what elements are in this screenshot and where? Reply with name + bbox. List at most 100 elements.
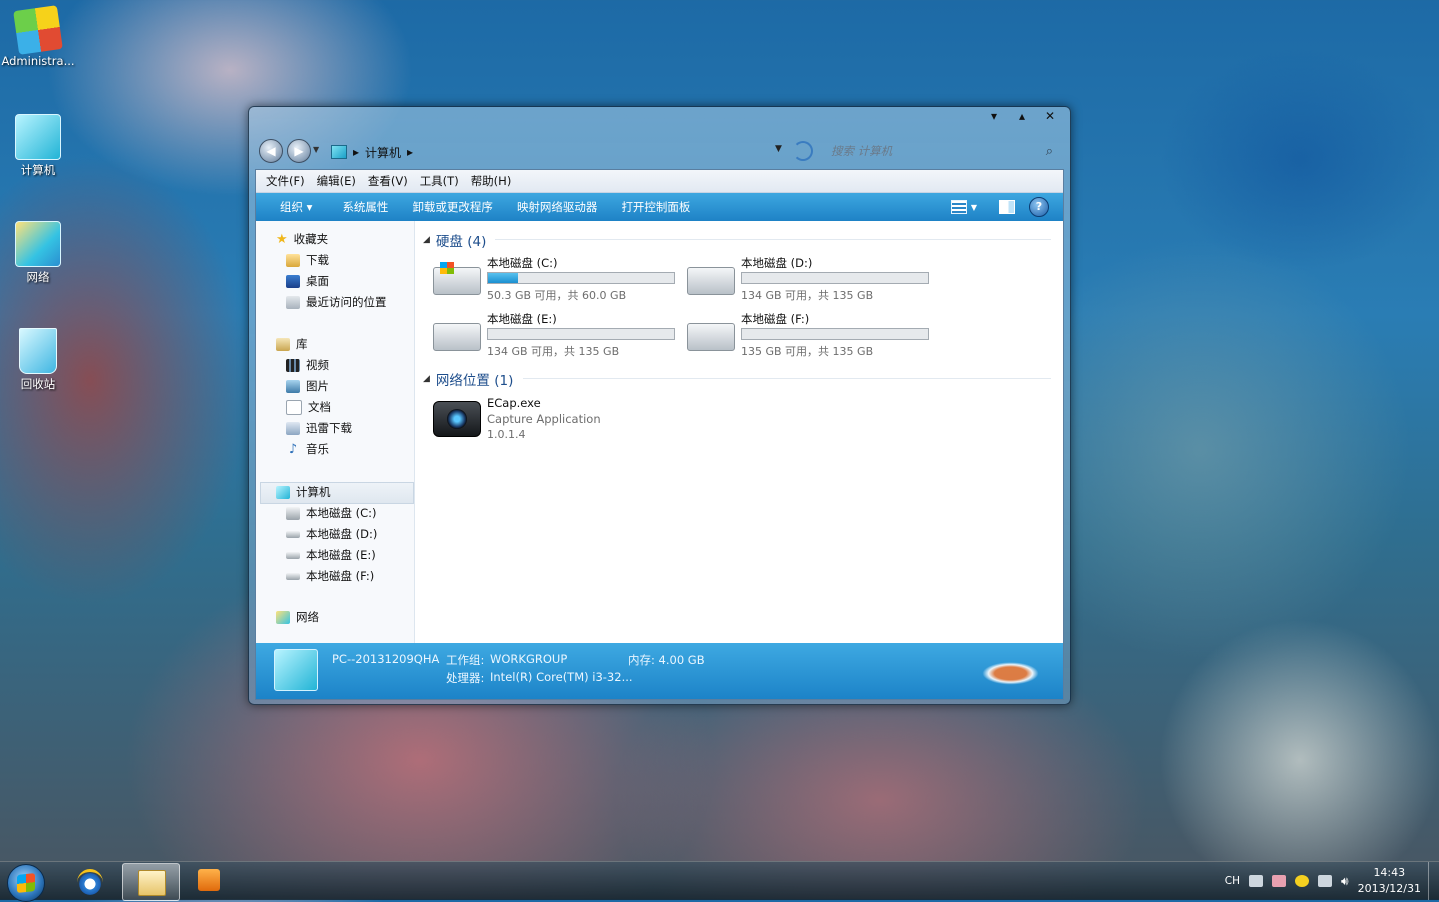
drive-name: 本地磁盘 (C:) [487, 256, 558, 270]
nav-drive-f[interactable]: 本地磁盘 (F:) [286, 566, 374, 586]
menu-tools[interactable]: 工具(T) [414, 173, 465, 189]
volume-icon[interactable]: 🔊︎ [1341, 874, 1349, 889]
desktop-icon-computer[interactable]: 计算机 [0, 114, 76, 178]
history-dropdown-icon[interactable]: ▼ [313, 145, 319, 154]
drive-usage-bar [487, 272, 675, 284]
language-indicator[interactable]: CH [1225, 875, 1240, 887]
nav-drive-c[interactable]: 本地磁盘 (C:) [286, 503, 377, 523]
nav-libraries[interactable]: 库 [276, 334, 308, 354]
nav-label: 文档 [308, 400, 331, 414]
search-input[interactable]: 搜索 计算机 ⌕ [817, 141, 1053, 161]
nav-computer[interactable]: 计算机 [276, 482, 331, 502]
app-version: 1.0.1.4 [487, 428, 526, 441]
nav-label: 本地磁盘 (F:) [306, 569, 375, 583]
start-button[interactable] [7, 864, 45, 902]
open-control-panel-button[interactable]: 打开控制面板 [609, 199, 702, 215]
taskbar-media-player[interactable] [182, 863, 238, 899]
drive-free-space: 135 GB 可用，共 135 GB [741, 345, 874, 358]
menu-edit[interactable]: 编辑(E) [311, 173, 362, 189]
explorer-icon [138, 870, 166, 896]
folder-icon [286, 421, 300, 435]
help-icon[interactable]: ? [1029, 197, 1049, 217]
command-bar: 组织 ▾ 系统属性 卸载或更改程序 映射网络驱动器 打开控制面板 ▼ ? [256, 193, 1063, 221]
breadcrumb-separator[interactable]: ▸ [353, 145, 359, 159]
explorer-window: ▾ ▴ ✕ ◀ ▶ ▼ ▸ 计算机 ▸ ▼ 搜索 计算机 ⌕ 文件(F) 编辑(… [248, 106, 1071, 705]
drive-name: 本地磁盘 (E:) [487, 312, 557, 326]
nav-documents[interactable]: 文档 [286, 397, 331, 417]
clock[interactable]: 14:43 2013/12/31 [1358, 865, 1421, 897]
view-controls: ▼ ? [950, 197, 1049, 217]
nav-network[interactable]: 网络 [276, 607, 319, 627]
breadcrumb-computer[interactable]: 计算机 [365, 144, 401, 161]
group-header-network-locations[interactable]: ◢ 网络位置 (1) [423, 369, 513, 389]
nav-pictures[interactable]: 图片 [286, 376, 329, 396]
taskbar-internet-explorer[interactable] [62, 863, 118, 899]
recycle-bin-icon [19, 328, 57, 374]
desktop-icon-administrator[interactable]: Administra... [0, 5, 76, 68]
keyboard-icon[interactable] [1249, 875, 1264, 887]
nav-drive-d[interactable]: 本地磁盘 (D:) [286, 524, 377, 544]
nav-label: 视频 [306, 358, 329, 372]
desktop-icon-recycle-bin[interactable]: 回收站 [0, 328, 76, 392]
organize-button[interactable]: 组织 ▾ [268, 199, 324, 215]
change-view-icon[interactable] [950, 200, 967, 214]
map-network-drive-button[interactable]: 映射网络驱动器 [505, 199, 610, 215]
drive-usage-fill [488, 273, 518, 283]
drive-free-space: 134 GB 可用，共 135 GB [741, 289, 874, 302]
search-icon[interactable]: ⌕ [1046, 144, 1053, 159]
address-dropdown-icon[interactable]: ▼ [775, 144, 782, 154]
refresh-icon[interactable] [793, 141, 813, 161]
nav-recent-places[interactable]: 最近访问的位置 [286, 292, 387, 312]
nav-label: 图片 [306, 379, 329, 393]
messenger-icon[interactable] [1295, 875, 1310, 887]
nav-downloads[interactable]: 下载 [286, 250, 329, 270]
minimize-button[interactable]: ▾ [988, 109, 1000, 123]
computer-icon [276, 485, 290, 499]
uninstall-program-button[interactable]: 卸载或更改程序 [400, 199, 505, 215]
close-button[interactable]: ✕ [1044, 109, 1056, 123]
system-tray: CH 🔊︎ 14:43 2013/12/31 [1225, 862, 1439, 900]
nav-drive-e[interactable]: 本地磁盘 (E:) [286, 545, 376, 565]
music-icon: ♪ [288, 441, 298, 457]
group-header-hard-disks[interactable]: ◢ 硬盘 (4) [423, 230, 486, 250]
menu-view[interactable]: 查看(V) [362, 173, 414, 189]
taskbar-windows-explorer[interactable] [122, 863, 180, 901]
system-properties-button[interactable]: 系统属性 [330, 199, 400, 215]
nav-thunder-downloads[interactable]: 迅雷下载 [286, 418, 352, 438]
back-button[interactable]: ◀ [259, 139, 283, 163]
drive-c[interactable]: 本地磁盘 (C:) 50.3 GB 可用，共 60.0 GB [433, 255, 683, 303]
menu-help[interactable]: 帮助(H) [465, 173, 518, 189]
drive-icon [433, 323, 481, 351]
maximize-button[interactable]: ▴ [1016, 109, 1028, 123]
forward-button[interactable]: ▶ [287, 139, 311, 163]
breadcrumb-separator[interactable]: ▸ [407, 145, 413, 159]
nav-music[interactable]: ♪ 音乐 [286, 439, 329, 459]
show-desktop-button[interactable] [1428, 862, 1439, 900]
menu-file[interactable]: 文件(F) [260, 173, 311, 189]
collapse-arrow-icon[interactable]: ◢ [423, 374, 430, 384]
media-player-icon [198, 869, 220, 891]
drive-e[interactable]: 本地磁盘 (E:) 134 GB 可用，共 135 GB [433, 311, 683, 359]
desktop-icon-network[interactable]: 网络 [0, 221, 76, 285]
view-dropdown-icon[interactable]: ▼ [971, 203, 977, 212]
collapse-arrow-icon[interactable]: ◢ [423, 235, 430, 245]
workgroup-label: 工作组: [446, 653, 485, 667]
nav-label: 本地磁盘 (C:) [306, 506, 377, 520]
drive-f[interactable]: 本地磁盘 (F:) 135 GB 可用，共 135 GB [687, 311, 937, 359]
drive-d[interactable]: 本地磁盘 (D:) 134 GB 可用，共 135 GB [687, 255, 937, 303]
address-bar[interactable]: ▸ 计算机 ▸ [331, 142, 771, 162]
ecap-application-item[interactable]: ECap.exe Capture Application 1.0.1.4 [433, 393, 693, 445]
navigation-bar: ◀ ▶ ▼ ▸ 计算机 ▸ ▼ 搜索 计算机 ⌕ [257, 139, 1062, 165]
windows-logo-icon [440, 262, 454, 274]
drive-icon [286, 572, 300, 580]
people-icon[interactable] [1272, 875, 1287, 887]
preview-pane-icon[interactable] [999, 200, 1015, 214]
workgroup-value: WORKGROUP [490, 652, 568, 666]
nav-favorites[interactable]: ★ 收藏夹 [276, 229, 328, 249]
computer-icon [15, 114, 61, 160]
network-status-icon[interactable] [1318, 875, 1333, 887]
nav-label: 最近访问的位置 [306, 295, 387, 309]
nav-desktop[interactable]: 桌面 [286, 271, 329, 291]
nav-videos[interactable]: 视频 [286, 355, 329, 375]
details-pane: PC--20131209QHA 工作组: WORKGROUP 内存: 4.00 … [256, 643, 1063, 699]
